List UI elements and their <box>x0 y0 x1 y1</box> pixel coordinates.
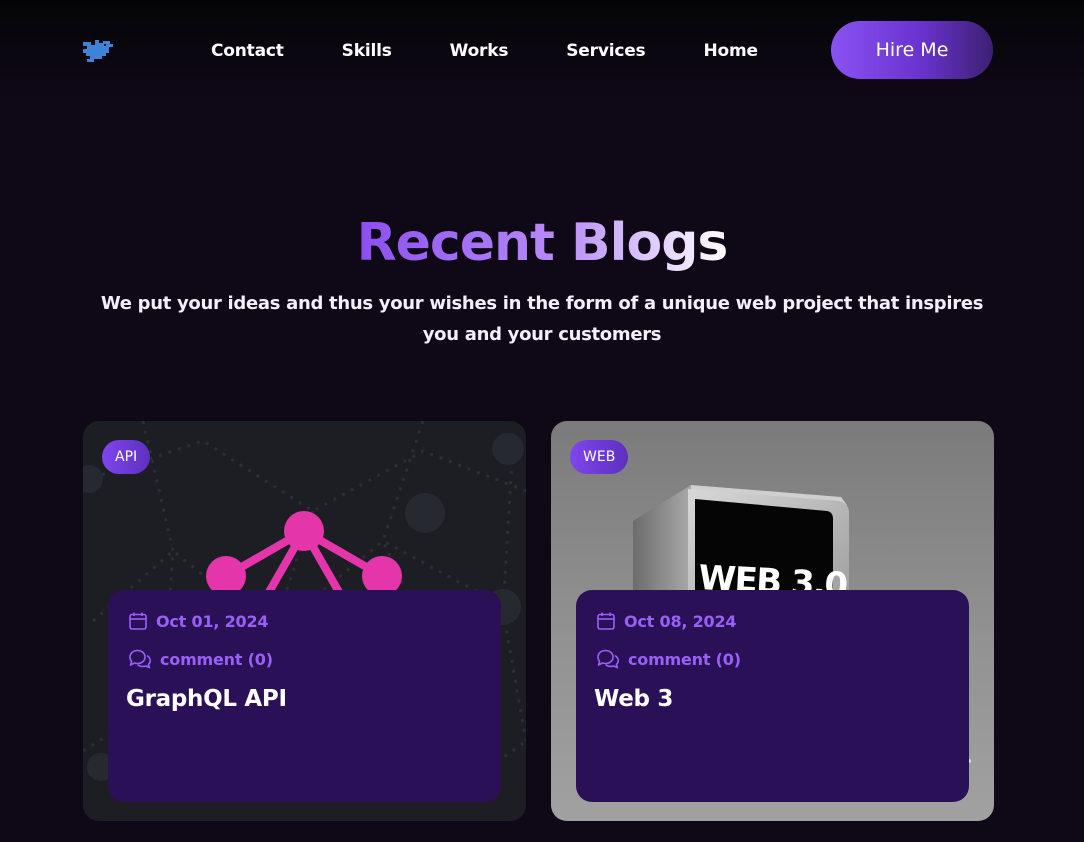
post-comments-text: comment (0) <box>628 649 741 669</box>
card-content: Oct 08, 2024 comment (0) Web 3 <box>576 590 969 802</box>
bird-logo-icon[interactable] <box>82 38 114 64</box>
post-date: Oct 08, 2024 <box>596 610 737 632</box>
post-comments-text: comment (0) <box>160 649 273 669</box>
hire-me-button[interactable]: Hire Me <box>831 21 993 79</box>
nav-link-works[interactable]: Works <box>450 41 509 61</box>
post-comments[interactable]: comment (0) <box>128 648 273 670</box>
comments-icon <box>129 649 151 669</box>
post-title[interactable]: Web 3 <box>594 686 673 712</box>
category-badge[interactable]: WEB <box>570 440 629 474</box>
nav-link-services[interactable]: Services <box>566 41 645 61</box>
post-date-text: Oct 08, 2024 <box>624 611 737 631</box>
section-title: Recent Blogs <box>0 213 1084 273</box>
comments-icon <box>597 649 619 669</box>
nav-link-contact[interactable]: Contact <box>211 41 284 61</box>
post-date: Oct 01, 2024 <box>128 610 269 632</box>
section-title-text: Recent Blogs <box>356 213 729 273</box>
nav-link-skills[interactable]: Skills <box>342 41 392 61</box>
nav-links: Contact Skills Works Services Home <box>211 38 758 64</box>
post-date-text: Oct 01, 2024 <box>156 611 269 631</box>
card-content: Oct 01, 2024 comment (0) GraphQL API <box>108 590 501 802</box>
post-comments[interactable]: comment (0) <box>596 648 741 670</box>
calendar-icon <box>597 612 615 630</box>
navbar: Contact Skills Works Services Home Hire … <box>0 0 1084 100</box>
blog-card-web3[interactable]: WEB 3.0 WEB Oct 08, 2024 comment (0) Web… <box>551 421 994 821</box>
post-title[interactable]: GraphQL API <box>126 686 287 712</box>
page: Contact Skills Works Services Home Hire … <box>0 0 1084 842</box>
calendar-icon <box>129 612 147 630</box>
nav-link-home[interactable]: Home <box>703 41 758 61</box>
section-subtitle: We put your ideas and thus your wishes i… <box>100 293 984 345</box>
category-badge[interactable]: API <box>102 440 151 474</box>
blog-card-graphql[interactable]: API Oct 01, 2024 comment (0) GraphQL API <box>83 421 526 821</box>
